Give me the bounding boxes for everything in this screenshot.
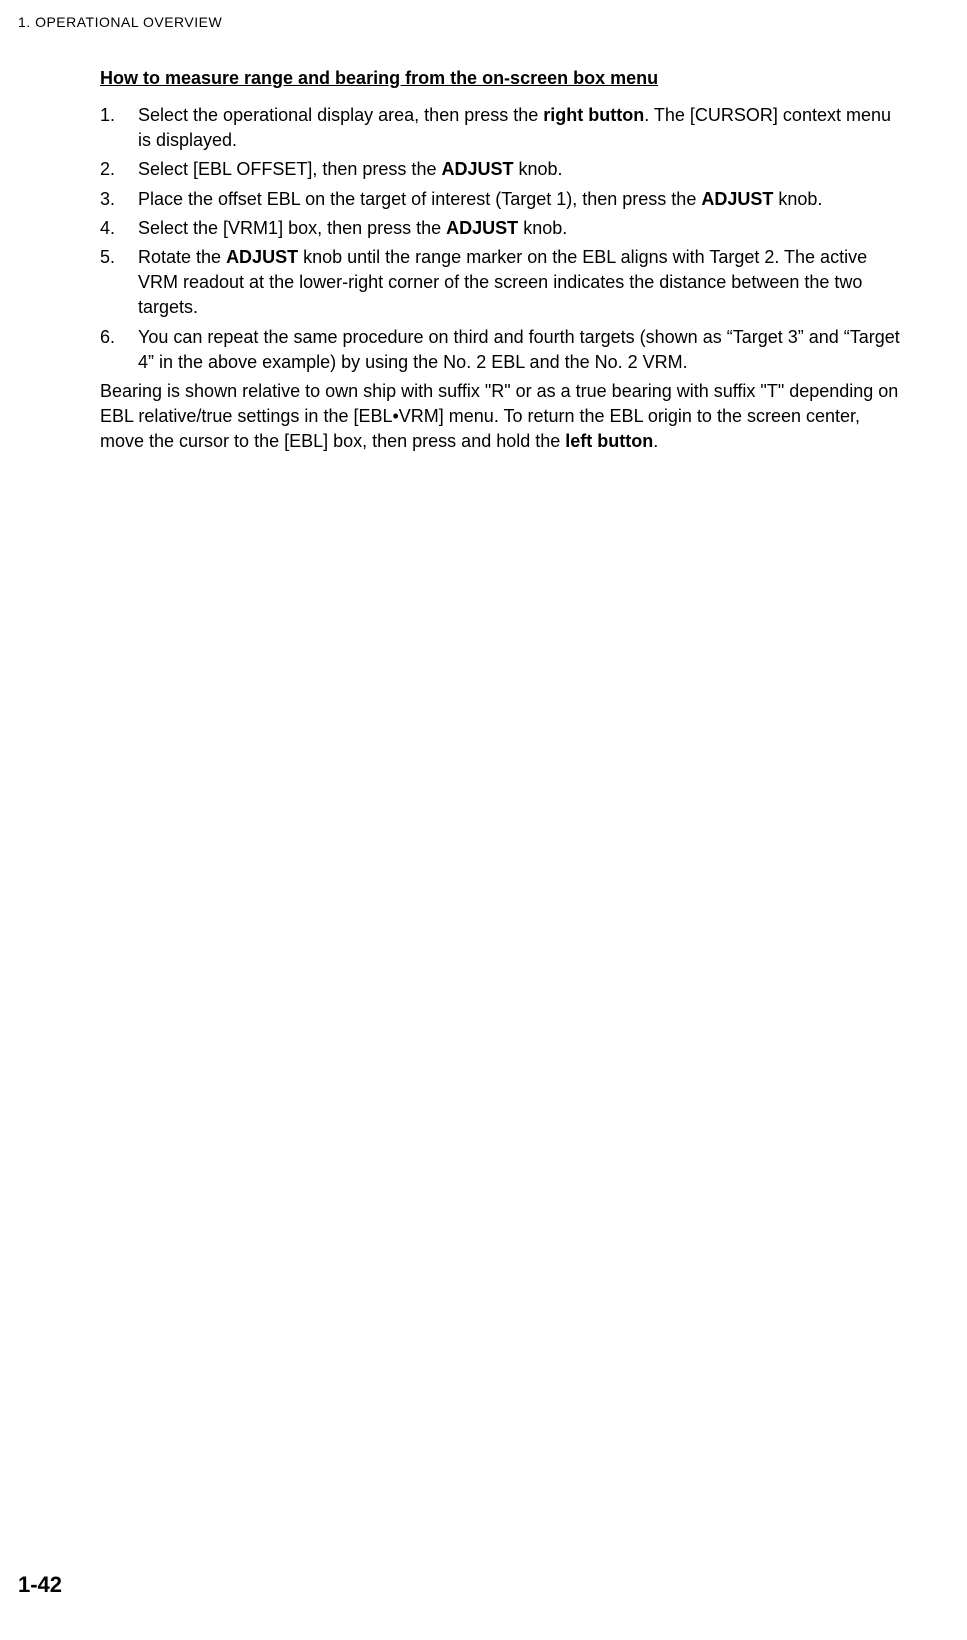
step-number: 1. bbox=[100, 103, 138, 153]
bold-text: left button bbox=[565, 431, 653, 451]
text: knob. bbox=[773, 189, 822, 209]
page: 1. OPERATIONAL OVERVIEW How to measure r… bbox=[0, 0, 967, 494]
step-text: You can repeat the same procedure on thi… bbox=[138, 325, 907, 375]
step-text: Select the [VRM1] box, then press the AD… bbox=[138, 216, 907, 241]
step-number: 6. bbox=[100, 325, 138, 375]
text: knob. bbox=[518, 218, 567, 238]
step-item: 2.Select [EBL OFFSET], then press the AD… bbox=[100, 157, 907, 182]
bold-text: ADJUST bbox=[446, 218, 518, 238]
step-item: 5.Rotate the ADJUST knob until the range… bbox=[100, 245, 907, 321]
text: Select the [VRM1] box, then press the bbox=[138, 218, 446, 238]
body-paragraph: Bearing is shown relative to own ship wi… bbox=[100, 379, 907, 455]
step-item: 3.Place the offset EBL on the target of … bbox=[100, 187, 907, 212]
step-list: 1.Select the operational display area, t… bbox=[100, 103, 907, 375]
step-item: 4.Select the [VRM1] box, then press the … bbox=[100, 216, 907, 241]
text: Select the operational display area, the… bbox=[138, 105, 543, 125]
step-number: 4. bbox=[100, 216, 138, 241]
text: Rotate the bbox=[138, 247, 226, 267]
step-text: Place the offset EBL on the target of in… bbox=[138, 187, 907, 212]
step-text: Rotate the ADJUST knob until the range m… bbox=[138, 245, 907, 321]
text: Select [EBL OFFSET], then press the bbox=[138, 159, 441, 179]
text: knob. bbox=[513, 159, 562, 179]
bold-text: ADJUST bbox=[441, 159, 513, 179]
step-number: 5. bbox=[100, 245, 138, 321]
step-item: 1.Select the operational display area, t… bbox=[100, 103, 907, 153]
bold-text: ADJUST bbox=[226, 247, 298, 267]
bold-text: ADJUST bbox=[701, 189, 773, 209]
step-text: Select the operational display area, the… bbox=[138, 103, 907, 153]
chapter-header: 1. OPERATIONAL OVERVIEW bbox=[18, 14, 907, 30]
content-area: How to measure range and bearing from th… bbox=[100, 68, 907, 454]
text: Place the offset EBL on the target of in… bbox=[138, 189, 701, 209]
step-item: 6.You can repeat the same procedure on t… bbox=[100, 325, 907, 375]
step-text: Select [EBL OFFSET], then press the ADJU… bbox=[138, 157, 907, 182]
bold-text: right button bbox=[543, 105, 644, 125]
text: Bearing is shown relative to own ship wi… bbox=[100, 381, 898, 451]
text: You can repeat the same procedure on thi… bbox=[138, 327, 900, 372]
section-title: How to measure range and bearing from th… bbox=[100, 68, 907, 89]
text: . bbox=[653, 431, 658, 451]
page-number: 1-42 bbox=[18, 1572, 62, 1598]
step-number: 2. bbox=[100, 157, 138, 182]
step-number: 3. bbox=[100, 187, 138, 212]
